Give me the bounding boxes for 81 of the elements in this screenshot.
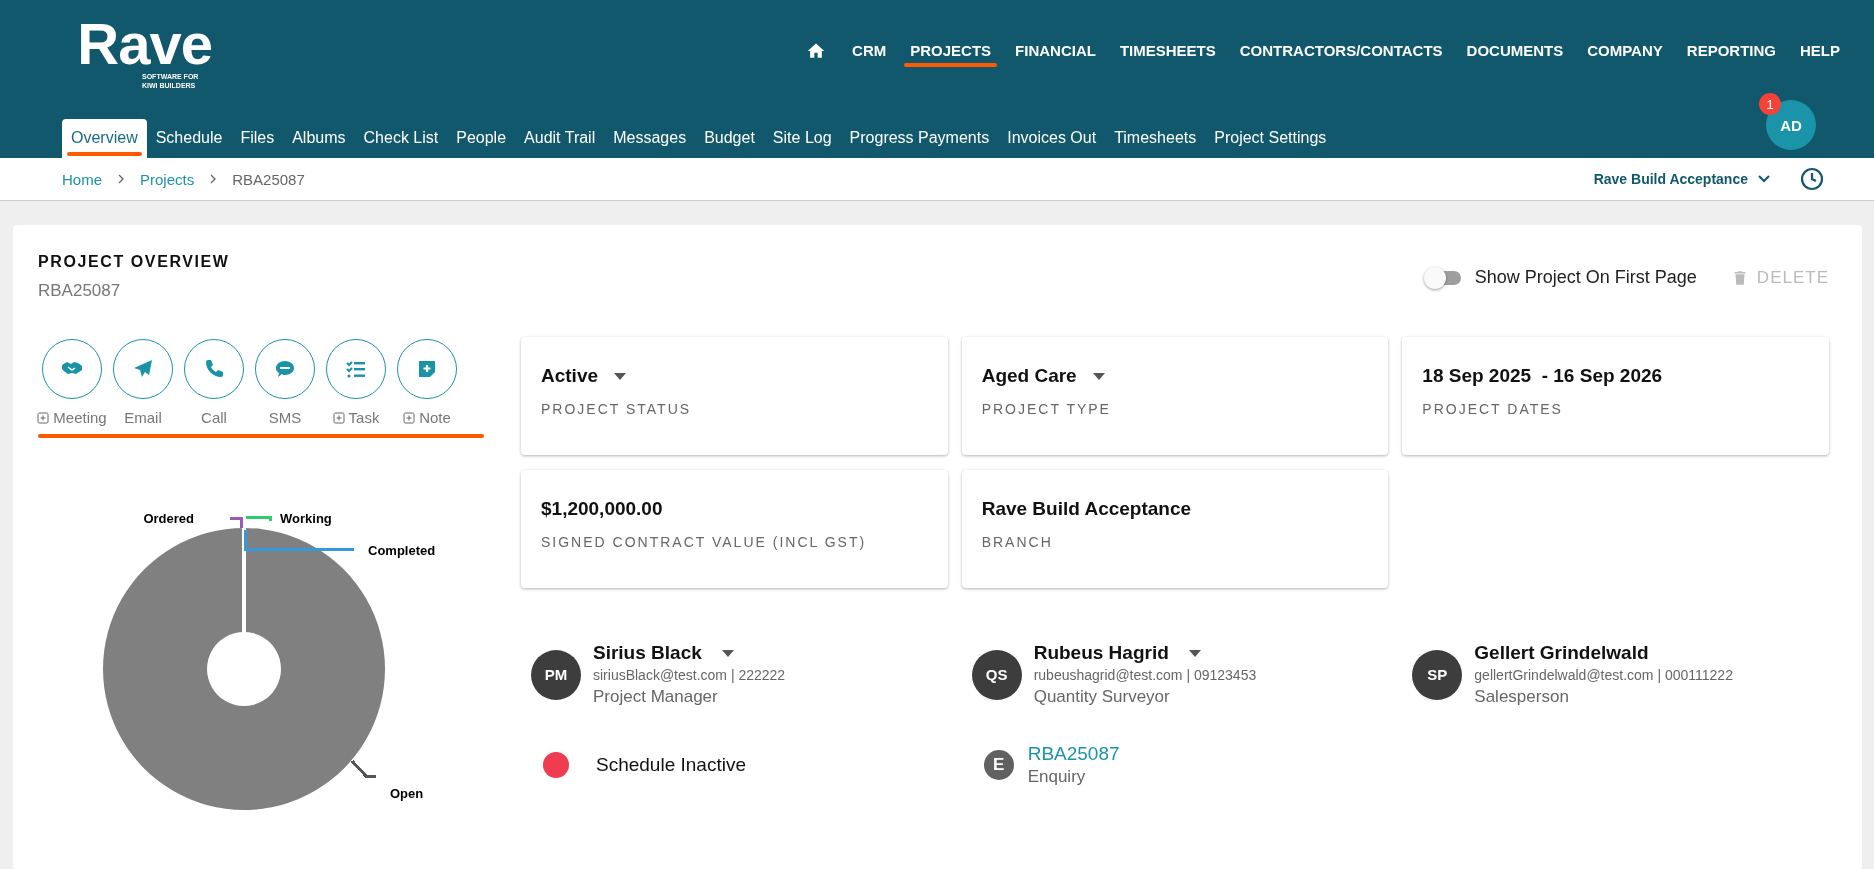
logo-wordmark: Rave bbox=[77, 16, 212, 72]
breadcrumb-link[interactable]: Home bbox=[62, 170, 102, 188]
enquiry-link[interactable]: RBA25087 bbox=[1027, 743, 1120, 764]
card-label: PROJECT DATES bbox=[1422, 401, 1564, 417]
action-button[interactable] bbox=[326, 339, 386, 399]
toggle-label: Show Project On First Page bbox=[1474, 267, 1697, 288]
chart-label: Completed bbox=[368, 543, 436, 558]
notification-badge: 1 bbox=[1759, 93, 1781, 115]
nav-link[interactable]: CONTRACTORS/CONTACTS bbox=[1227, 36, 1455, 65]
chevron-icon bbox=[116, 174, 126, 184]
person-avatar: SP bbox=[1412, 649, 1463, 700]
branch-selector[interactable]: Rave Build Acceptance bbox=[1593, 171, 1770, 187]
tab[interactable]: Budget bbox=[695, 119, 764, 158]
dropdown-caret-icon[interactable] bbox=[1092, 372, 1105, 380]
person-contact: siriusBlack@test.com | 222222 bbox=[593, 667, 786, 683]
schedule-status: Schedule Inactive bbox=[596, 754, 746, 776]
action-button[interactable] bbox=[255, 339, 315, 399]
tab[interactable]: People bbox=[447, 119, 516, 158]
nav-link[interactable]: REPORTING bbox=[1674, 36, 1788, 65]
chart-label: Open bbox=[390, 786, 424, 801]
nav-link[interactable]: COMPANY bbox=[1575, 36, 1675, 65]
tab[interactable]: Files bbox=[231, 119, 284, 158]
person-role: Quantity Surveyor bbox=[1033, 687, 1171, 707]
person-avatar: QS bbox=[971, 649, 1022, 700]
chevron-down-icon bbox=[1758, 175, 1770, 183]
nav-link[interactable]: HELP bbox=[1788, 36, 1852, 65]
action-button[interactable] bbox=[113, 339, 173, 399]
tab[interactable]: Progress Payments bbox=[840, 119, 999, 158]
nav-link[interactable]: DOCUMENTS bbox=[1454, 36, 1576, 65]
action-button[interactable] bbox=[184, 339, 244, 399]
card-value: Rave Build Acceptance bbox=[981, 498, 1192, 520]
nav-link[interactable]: TIMESHEETS bbox=[1107, 36, 1228, 65]
person-name: Gellert Grindelwald bbox=[1474, 642, 1649, 664]
action-label[interactable]: Meeting bbox=[53, 409, 107, 426]
tab[interactable]: Schedule bbox=[146, 119, 232, 158]
clock-icon[interactable] bbox=[1800, 167, 1824, 191]
card-label: PROJECT TYPE bbox=[981, 401, 1112, 417]
project-code: RBA25087 bbox=[38, 281, 122, 301]
action-button[interactable] bbox=[397, 339, 457, 399]
card-label: SIGNED CONTRACT VALUE (INCL GST) bbox=[541, 534, 868, 550]
breadcrumb-link[interactable]: Projects bbox=[140, 170, 195, 188]
person-contact: rubeushagrid@test.com | 09123453 bbox=[1033, 667, 1257, 683]
dropdown-caret-icon[interactable] bbox=[614, 372, 627, 380]
dropdown-caret-icon[interactable] bbox=[1188, 649, 1201, 657]
tab[interactable]: Site Log bbox=[763, 119, 841, 158]
action-label[interactable]: Call bbox=[201, 409, 227, 426]
card-value[interactable]: Active bbox=[541, 365, 599, 387]
person-avatar: PM bbox=[531, 649, 581, 700]
card-label: PROJECT STATUS bbox=[541, 401, 693, 417]
card-value: $1,200,000.00 bbox=[541, 498, 663, 520]
tab[interactable]: Messages bbox=[604, 119, 696, 158]
card-label: BRANCH bbox=[981, 534, 1054, 550]
person-role: Salesperson bbox=[1474, 687, 1570, 707]
enquiry-badge: E bbox=[983, 750, 1014, 780]
tab[interactable]: Audit Trail bbox=[515, 119, 605, 158]
tab[interactable]: Overview bbox=[62, 119, 147, 158]
enquiry-label: Enquiry bbox=[1027, 767, 1087, 787]
person-name: Rubeus Hagrid bbox=[1033, 642, 1169, 664]
person-contact: gellertGrindelwald@test.com | 000111222 bbox=[1474, 667, 1733, 683]
breadcrumb-current: RBA25087 bbox=[232, 170, 305, 188]
action-label[interactable]: Email bbox=[124, 409, 162, 426]
nav-link[interactable]: FINANCIAL bbox=[1003, 36, 1108, 65]
action-label[interactable]: SMS bbox=[268, 409, 302, 426]
tab[interactable]: Albums bbox=[283, 119, 355, 158]
card-value: 18 Sep 2025 - 16 Sep 2026 bbox=[1422, 365, 1663, 387]
action-label[interactable]: Note bbox=[419, 409, 451, 426]
nav-link[interactable]: PROJECTS bbox=[898, 36, 1004, 65]
person-name: Sirius Black bbox=[593, 642, 702, 664]
dropdown-caret-icon[interactable] bbox=[721, 649, 734, 657]
chart-label: Working bbox=[280, 511, 332, 526]
nav-link[interactable]: CRM bbox=[840, 36, 899, 65]
action-label[interactable]: Task bbox=[348, 409, 380, 426]
card-value[interactable]: Aged Care bbox=[981, 365, 1077, 387]
tab[interactable]: Project Settings bbox=[1205, 119, 1336, 158]
panel-title: PROJECT OVERVIEW bbox=[38, 253, 231, 271]
tab[interactable]: Invoices Out bbox=[998, 119, 1106, 158]
chart-label: Ordered bbox=[143, 511, 194, 526]
action-button[interactable] bbox=[42, 339, 102, 399]
person-role: Project Manager bbox=[593, 687, 719, 707]
tab[interactable]: Timesheets bbox=[1105, 119, 1206, 158]
tab[interactable]: Check List bbox=[354, 119, 448, 158]
